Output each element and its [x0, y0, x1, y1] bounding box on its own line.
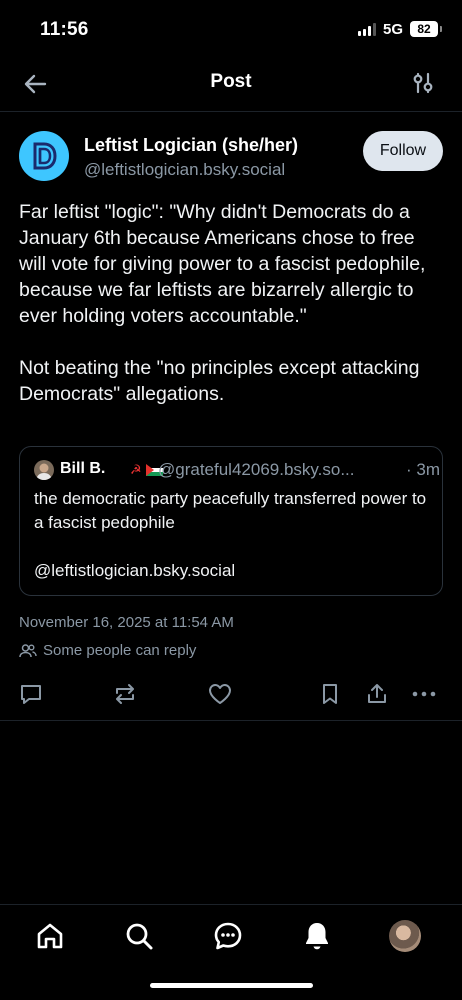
- quote-author-name[interactable]: Bill B.: [60, 460, 105, 478]
- notifications-icon: [306, 923, 328, 950]
- people-icon: [19, 643, 37, 657]
- status-bar: 11:56 5G 82: [0, 0, 462, 60]
- post-header: Post: [0, 60, 462, 112]
- post-actions: [0, 675, 462, 715]
- thread-settings-button[interactable]: [410, 70, 436, 98]
- nav-profile[interactable]: [388, 919, 422, 953]
- reply-icon: [21, 685, 41, 704]
- bookmark-icon: [323, 684, 337, 704]
- repost-icon: [116, 684, 134, 704]
- like-button[interactable]: [207, 681, 233, 707]
- more-icon: [412, 691, 436, 697]
- author-avatar[interactable]: [19, 131, 69, 181]
- share-icon: [368, 684, 386, 703]
- profile-avatar: [389, 920, 421, 952]
- nav-chat[interactable]: [211, 919, 245, 953]
- chat-icon: [214, 922, 242, 950]
- status-time: 11:56: [40, 19, 89, 40]
- divider: [0, 720, 462, 721]
- quote-author-handle[interactable]: @grateful42069.bsky.so...: [158, 460, 399, 480]
- hammer-sickle-icon: ☭: [130, 462, 142, 477]
- quoted-post[interactable]: Bill B. ☭ @grateful42069.bsky.so... · 3m…: [19, 446, 443, 596]
- post-timestamp: November 16, 2025 at 11:54 AM: [19, 614, 234, 631]
- post-paragraph: Not beating the "no principles except at…: [19, 357, 420, 405]
- quote-text: the democratic party peacefully transfer…: [34, 487, 430, 583]
- repost-button[interactable]: [112, 681, 138, 707]
- post-text: Far leftist "logic": "Why didn't Democra…: [19, 199, 447, 407]
- search-icon: [126, 923, 153, 950]
- quote-author-avatar: [34, 460, 54, 480]
- quote-timestamp: · 3m: [406, 460, 440, 479]
- like-icon: [209, 684, 231, 704]
- battery-icon: 82: [410, 21, 442, 37]
- post-paragraph: Far leftist "logic": "Why didn't Democra…: [19, 201, 426, 327]
- more-options-button[interactable]: [411, 681, 437, 707]
- nav-home[interactable]: [33, 919, 67, 953]
- avatar-photo-icon: [36, 463, 52, 480]
- quote-paragraph: @leftistlogician.bsky.social: [34, 561, 236, 580]
- reply-setting[interactable]: Some people can reply: [19, 642, 196, 659]
- home-icon: [37, 923, 63, 949]
- reply-button[interactable]: [18, 681, 44, 707]
- nav-search[interactable]: [122, 919, 156, 953]
- follow-button[interactable]: Follow: [363, 131, 443, 171]
- signal-icon: [358, 23, 376, 36]
- author-handle[interactable]: @leftistlogician.bsky.social: [84, 160, 285, 180]
- reply-setting-label: Some people can reply: [43, 642, 197, 659]
- nav-notifications[interactable]: [300, 919, 334, 953]
- author-display-name[interactable]: Leftist Logician (she/her): [84, 135, 298, 156]
- home-indicator: [150, 983, 313, 988]
- page-title: Post: [210, 71, 252, 92]
- sliders-icon: [413, 72, 433, 94]
- share-button[interactable]: [364, 681, 390, 707]
- avatar-logo-icon: [33, 142, 57, 170]
- bookmark-button[interactable]: [317, 681, 343, 707]
- network-type: 5G: [383, 21, 404, 38]
- quote-paragraph: the democratic party peacefully transfer…: [34, 489, 427, 532]
